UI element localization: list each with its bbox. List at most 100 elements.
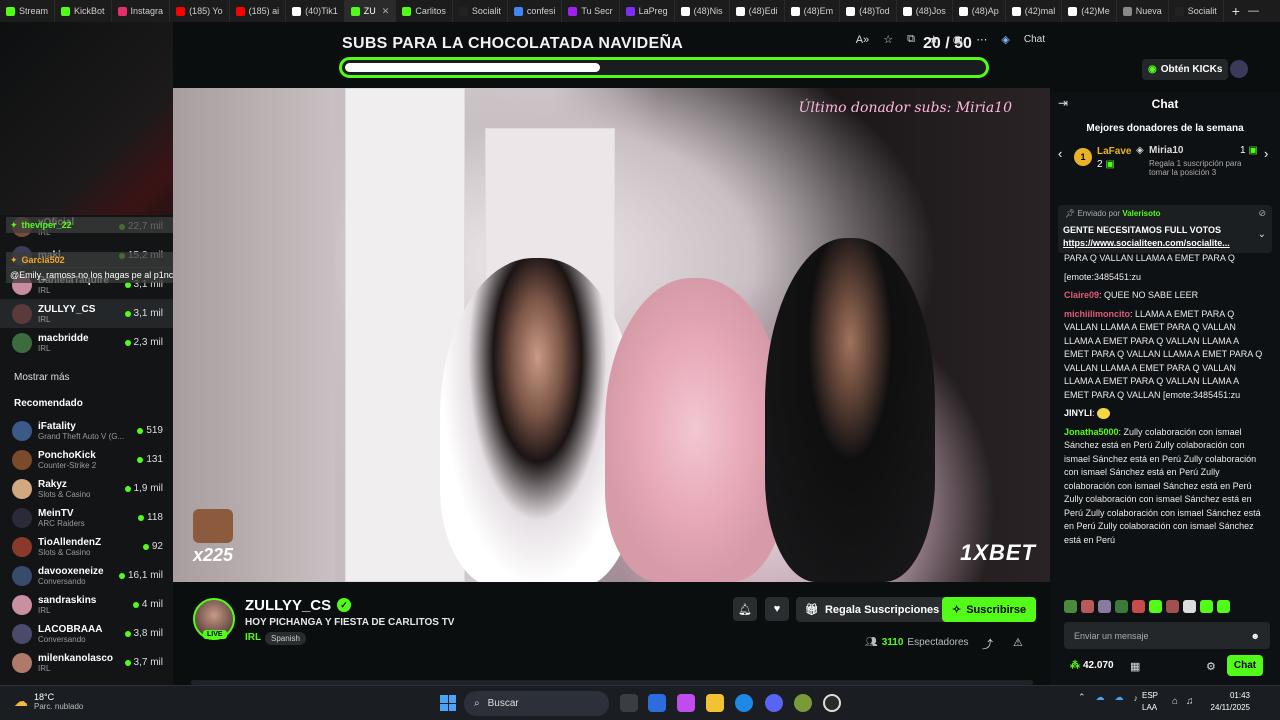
favorite-star-icon[interactable]: ☆ [883,33,893,46]
emote-icon[interactable] [1149,600,1162,613]
chevron-up-icon[interactable]: ⌃ [1078,692,1086,703]
emote-icon[interactable] [1098,600,1111,613]
mic-icon[interactable]: ♪ [1134,693,1139,703]
browser-tab[interactable]: LaPreg [620,0,675,22]
onedrive-icon[interactable]: ☁ [1115,692,1124,703]
volume-icon[interactable]: ♫ [1186,696,1194,707]
sidebar-channel-item[interactable]: ZULLYY_CS IRL 3,1 mil [0,299,173,328]
show-more-link[interactable]: Mostrar más [14,372,70,383]
settings-gear-icon[interactable]: ⚙ [1206,660,1216,673]
taskbar-search[interactable]: ⌕ Buscar [464,691,609,716]
subscribe-button[interactable]: ✧ Suscribirse [942,597,1037,622]
chevron-left-icon[interactable]: ‹ [1058,146,1062,161]
system-clock[interactable]: 01:43 24/11/2025 [1200,690,1250,714]
close-tab-icon[interactable]: ✕ [382,6,390,17]
store-app-icon[interactable] [648,694,666,712]
emote-icon[interactable] [1115,600,1128,613]
file-explorer-icon[interactable] [706,694,724,712]
user-avatar[interactable] [1230,60,1248,78]
new-tab-button[interactable]: + [1224,3,1248,19]
sidebar-channel-item[interactable]: iFatality Grand Theft Auto V (G... 519 [0,416,173,445]
video-player[interactable]: Último donador subs: Miria10 1XBET [335,88,1050,582]
emote-icon[interactable] [1081,600,1094,613]
sidebar-channel-item[interactable]: Rakyz Slots & Casino 1,9 mil [0,474,173,503]
chat-username[interactable]: JINYLI [1064,408,1092,418]
bell-icon[interactable]: 🔔︎ [733,597,757,621]
browser-tab[interactable]: Instagra [112,0,171,22]
browser-tab[interactable]: ZU ✕ [344,0,397,22]
browser-tab[interactable]: (48)Jos [897,0,953,22]
pinned-link[interactable]: https://www.socialiteen.com/socialite... [1063,238,1248,248]
read-aloud-icon[interactable]: A» [856,34,869,46]
browser-tab[interactable]: (42)Me [1062,0,1117,22]
sidebar-channel-item[interactable]: PonchoKick Counter-Strike 2 131 [0,445,173,474]
share-icon[interactable]: ⤴ [982,636,993,652]
report-icon[interactable]: ⚠ [1013,636,1023,649]
sidebar-channel-item[interactable]: MeinTV ARC Raiders 118 [0,503,173,532]
channel-points[interactable]: ⁂ 42.070 [1070,660,1114,671]
edge-browser-icon[interactable] [735,694,753,712]
chat-username[interactable]: Jonatha5000 [1064,427,1119,437]
browser-tab[interactable]: (185) Yo [170,0,230,22]
copilot-icon[interactable]: ◈ [1001,33,1009,46]
language-tag[interactable]: Spanish [265,632,306,645]
browser-tab[interactable]: (48)Ap [953,0,1006,22]
chat-send-button[interactable]: Chat [1227,655,1263,676]
favorites-icon[interactable]: ★ [929,33,939,46]
category-link[interactable]: IRL [245,632,261,643]
browser-tab[interactable]: confesi [508,0,563,22]
browser-tab[interactable]: KickBot [55,0,112,22]
sidebar-channel-item[interactable]: davooxeneize Conversando 16,1 mil [0,561,173,590]
sidebar-channel-item[interactable]: macbridde IRL 2,3 mil [0,328,173,357]
browser-tab[interactable]: Socialit [453,0,508,22]
chat-username[interactable]: Claire09 [1064,290,1099,300]
chevron-down-icon[interactable]: ⌄ [1258,229,1266,240]
network-icon[interactable]: ⌂ [1172,696,1178,707]
chat-input[interactable]: Enviar un mensaje ☻ [1064,622,1270,649]
gift-subs-button[interactable]: 🎁︎ Regala Suscripciones [796,597,949,622]
discord-icon[interactable] [765,694,783,712]
emote-icon[interactable] [1166,600,1179,613]
store-icon[interactable]: ▦ [1130,660,1140,673]
sidebar-channel-item[interactable]: LACOBRAAA Conversando 3,8 mil [0,619,173,648]
emoji-icon[interactable]: ☻ [1251,631,1260,641]
sidebar-channel-item[interactable]: TioAllendenZ Slots & Casino 92 [0,532,173,561]
browser-tab[interactable]: Nueva [1117,0,1169,22]
browser-tab[interactable]: (42)mal [1006,0,1063,22]
sidebar-channel-item[interactable]: sandraskins IRL 4 mil [0,590,173,619]
browser-tab[interactable]: (185) ai [230,0,287,22]
browser-chat-label[interactable]: Chat [1024,34,1045,45]
windows-start-icon[interactable] [440,695,456,711]
browser-tab[interactable]: (48)Nis [675,0,730,22]
weather-widget[interactable]: ☁ 18°C Parc. nublado [14,692,83,711]
browser-tab[interactable]: (48)Tod [840,0,897,22]
chevron-right-icon[interactable]: › [1264,146,1268,161]
unpin-icon[interactable]: ⊘ [1258,208,1266,219]
browser-tab[interactable]: Tu Secr [562,0,620,22]
pinned-message[interactable]: 📌︎ Enviado por Valerisoto ⊘ GENTE NECESI… [1058,205,1272,253]
extensions-icon[interactable]: ⧉ [907,33,915,46]
minimize-icon[interactable]: — [1248,5,1259,18]
emote-icon[interactable] [1217,600,1230,613]
sidebar-channel-item[interactable]: milenkanolasco IRL 3,7 mil [0,648,173,677]
browser-tab[interactable]: Socialit [1169,0,1224,22]
browser-tab[interactable]: Stream [0,0,56,22]
emote-icon[interactable] [1064,600,1077,613]
emote-icon[interactable] [1132,600,1145,613]
language-indicator[interactable]: ESP LAA [1142,690,1158,714]
browser-tab[interactable]: Carlitos [396,0,453,22]
obs-icon[interactable] [823,694,841,712]
streamer-name[interactable]: ZULLYY_CS [245,597,331,614]
browser-tab[interactable]: (48)Em [785,0,841,22]
emote-icon[interactable] [1200,600,1213,613]
heart-icon[interactable]: ♥ [765,597,789,621]
profile-icon[interactable]: ◉ [953,33,963,46]
browser-tab[interactable]: (48)Edi [730,0,785,22]
emote-icon[interactable] [1183,600,1196,613]
task-view-icon[interactable] [620,694,638,712]
browser-tab[interactable]: (40)Tik1 [286,0,345,22]
get-kicks-button[interactable]: ◉ Obtén KICKs [1142,59,1229,80]
cloud-icon[interactable]: ☁ [1096,692,1105,703]
more-menu-icon[interactable]: ⋯ [976,33,987,46]
app-icon[interactable] [794,694,812,712]
